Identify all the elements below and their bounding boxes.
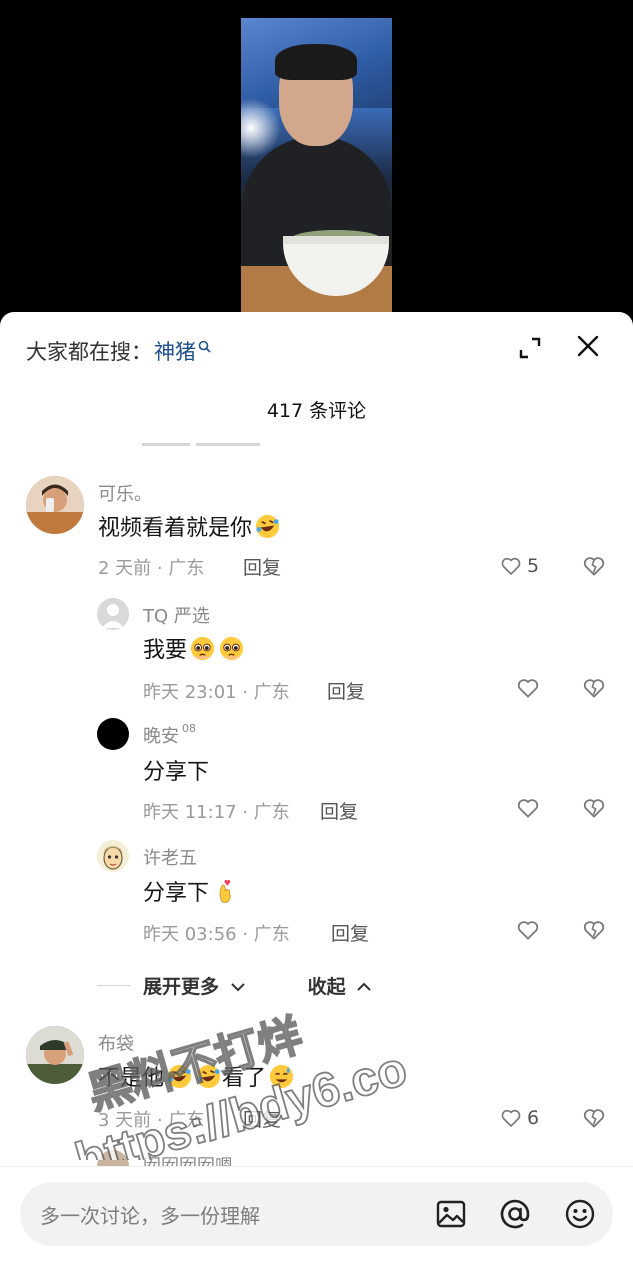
expand-icon [519, 337, 541, 359]
comment-meta: 昨天 03:56 · 广东 [143, 924, 290, 945]
sweat-emoji [269, 1064, 294, 1088]
comment-text: 我要 [143, 632, 245, 664]
heart-icon [501, 1109, 521, 1127]
avatar[interactable] [97, 840, 129, 872]
pleading-emoji [219, 636, 244, 660]
image-icon[interactable] [434, 1197, 468, 1231]
comment-meta: 昨天 23:01 · 广东 [143, 682, 290, 703]
heart-icon [501, 557, 521, 575]
mention-icon[interactable] [498, 1197, 532, 1231]
dislike-icon[interactable] [581, 675, 607, 701]
comment-author[interactable]: 许老五 [143, 844, 197, 870]
comment-author[interactable]: TQ 严选 [143, 602, 210, 628]
dislike-icon[interactable] [581, 553, 607, 579]
avatar[interactable] [26, 476, 84, 534]
comment-item: 布袋 不是他 看了 3 天前 · 广东 回复 6 [0, 1024, 633, 1144]
chevron-down-icon [230, 982, 245, 991]
expand-more-button[interactable]: 展开更多 [143, 972, 246, 999]
comment-author[interactable]: 晚安 08 [143, 722, 196, 748]
reply-button[interactable]: 回复 [243, 553, 281, 580]
dislike-icon[interactable] [581, 1105, 607, 1131]
search-term-link[interactable]: 神猪 [154, 336, 196, 366]
like-count: 6 [527, 1107, 540, 1129]
comment-input[interactable]: 多一次讨论，多一份理解 [20, 1182, 613, 1246]
reply-button[interactable]: 回复 [243, 1105, 281, 1132]
heart-icon[interactable] [515, 675, 541, 701]
divider [97, 984, 131, 986]
expand-button[interactable] [514, 332, 546, 364]
search-suggestion[interactable]: 大家都在搜： 神猪 [26, 336, 211, 366]
reply-button[interactable]: 回复 [320, 797, 358, 824]
pleading-emoji [190, 636, 215, 660]
finger-heart-emoji [219, 879, 231, 903]
heart-icon[interactable] [515, 917, 541, 943]
dislike-icon[interactable] [581, 917, 607, 943]
comment-author-name: 晚安 [143, 726, 179, 747]
avatar[interactable] [97, 598, 129, 630]
comment-author[interactable]: 布袋 [98, 1030, 134, 1056]
emoji-icon[interactable] [563, 1197, 597, 1231]
rofl-emoji [196, 1064, 221, 1088]
reply-item: 许老五 分享下 昨天 03:56 · 广东 回复 [0, 840, 633, 950]
comment-sheet: 大家都在搜： 神猪 417 条评论 可乐。 视频看着就是你 2 天前 · 广东 … [0, 312, 633, 1280]
comment-meta: 3 天前 · 广东 [98, 1110, 205, 1131]
person-hair [275, 44, 357, 80]
search-prefix: 大家都在搜： [26, 340, 152, 364]
comment-author[interactable]: 可乐。 [98, 480, 152, 506]
comment-input-bar: 多一次讨论，多一份理解 [0, 1166, 633, 1280]
comment-text: 视频看着就是你 [98, 510, 281, 542]
reply-item: TQ 严选 我要 昨天 23:01 · 广东 回复 [0, 598, 633, 708]
video-thumbnail[interactable] [241, 18, 392, 312]
chevron-up-icon [357, 982, 371, 991]
reply-button[interactable]: 回复 [327, 677, 365, 704]
collapse-button[interactable]: 收起 [308, 972, 373, 999]
collapse-label: 收起 [307, 975, 346, 998]
reply-item: 晚安 08 分享下 昨天 11:17 · 广东 回复 [0, 718, 633, 828]
comment-meta: 2 天前 · 广东 [98, 558, 205, 579]
comment-count: 417 条评论 [266, 400, 367, 422]
like-count: 5 [527, 555, 540, 577]
close-icon [577, 335, 599, 357]
comment-text-body: 不是他 [98, 1066, 165, 1091]
comment-text: 分享下 [143, 875, 238, 907]
dislike-icon[interactable] [581, 795, 607, 821]
comment-text-tail: 看了 [222, 1066, 267, 1091]
comment-item: 可乐。 视频看着就是你 2 天前 · 广东 回复 5 [0, 474, 633, 584]
rofl-emoji [167, 1064, 192, 1088]
comment-meta: 昨天 11:17 · 广东 [143, 802, 290, 823]
comment-text-body: 我要 [143, 638, 188, 663]
comment-text-body: 分享下 [143, 881, 210, 906]
comment-text: 不是他 看了 [98, 1060, 295, 1092]
video-area[interactable] [0, 0, 633, 312]
search-icon [198, 340, 211, 353]
avatar[interactable] [26, 1026, 84, 1084]
like-button[interactable]: 6 [499, 1104, 539, 1132]
heart-icon[interactable] [515, 795, 541, 821]
like-button[interactable]: 5 [499, 552, 539, 580]
expand-more-label: 展开更多 [143, 975, 220, 998]
scrolled-comment-fragment [142, 432, 272, 446]
input-placeholder: 多一次讨论，多一份理解 [40, 1204, 260, 1228]
rofl-emoji [255, 514, 280, 538]
reply-button[interactable]: 回复 [331, 919, 369, 946]
replies-control: 展开更多 收起 [97, 972, 372, 998]
comment-text: 分享下 [143, 760, 210, 785]
avatar[interactable] [97, 718, 129, 750]
comment-text-body: 视频看着就是你 [98, 516, 253, 541]
close-button[interactable] [572, 330, 604, 362]
author-badge: 08 [182, 722, 196, 735]
